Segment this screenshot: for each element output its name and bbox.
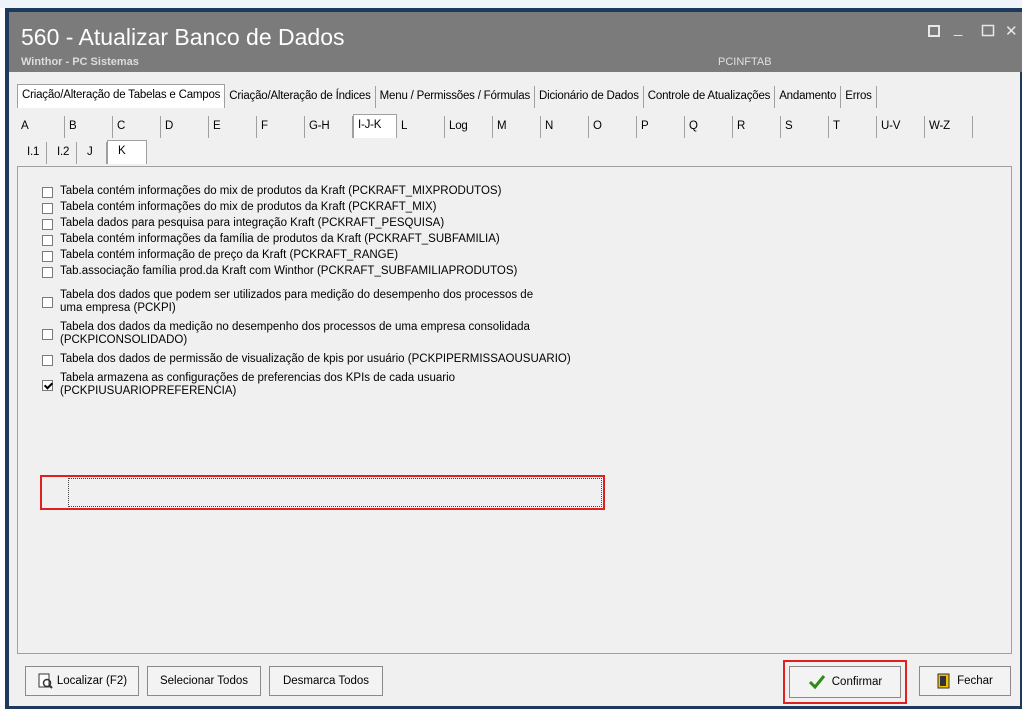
letter-tab[interactable]: P [637, 116, 685, 138]
main-tab-strip: Criação/Alteração de Tabelas e Campos Cr… [17, 84, 877, 108]
letter-tab[interactable]: I-J-K [353, 114, 397, 138]
letter-tab[interactable]: N [541, 116, 589, 138]
selecionar-todos-button[interactable]: Selecionar Todos [147, 666, 261, 696]
tab-controle-atualizacoes[interactable]: Controle de Atualizações [644, 86, 776, 108]
checkbox-item[interactable]: Tabela contém informações do mix de prod… [42, 185, 501, 198]
checkbox-panel: Tabela contém informações do mix de prod… [17, 166, 1012, 654]
checkbox-label: Tabela contém informação de preço da Kra… [60, 249, 399, 261]
checkbox-label: Tab.associação família prod.da Kraft com… [60, 265, 518, 277]
checkbox-item[interactable]: Tabela dos dados da medição no desempenh… [42, 321, 530, 347]
letter-tab[interactable]: R [733, 116, 781, 138]
checkbox-unchecked[interactable] [42, 267, 53, 278]
checkbox-label: Tabela dos dados da medição no desempenh… [60, 321, 530, 346]
sub-tab[interactable]: J [77, 142, 107, 164]
fechar-label: Fechar [957, 675, 993, 687]
tab-andamento[interactable]: Andamento [775, 86, 842, 108]
tab-criacao-tabelas[interactable]: Criação/Alteração de Tabelas e Campos [17, 84, 226, 108]
checkbox-unchecked[interactable] [42, 235, 53, 246]
checkbox-label: Tabela contém informações da família de … [60, 233, 500, 245]
checkbox-label: Tabela dos dados de permissão de visuali… [60, 353, 571, 365]
checkbox-item[interactable]: Tab.associação família prod.da Kraft com… [42, 265, 517, 278]
title-bar[interactable]: 560 - Atualizar Banco de Dados Winthor -… [9, 12, 1022, 72]
checkbox-unchecked[interactable] [42, 187, 53, 198]
letter-tab[interactable]: D [161, 116, 209, 138]
checkmark-icon [808, 674, 826, 690]
client-area: Criação/Alteração de Tabelas e Campos Cr… [9, 72, 1020, 706]
tab-erros[interactable]: Erros [841, 86, 877, 108]
search-document-icon [37, 673, 53, 689]
letter-tab-strip: A B C D E F G-H I-J-K L Log M N O P Q R S T U-V W-Z [17, 114, 973, 138]
confirmar-label: Confirmar [831, 676, 883, 688]
localizar-label: Localizar (F2) [56, 675, 128, 687]
letter-tab[interactable]: M [493, 116, 541, 138]
sub-tab[interactable]: K [107, 140, 147, 164]
desktop-strip [0, 0, 1022, 8]
letter-tab[interactable]: A [17, 116, 65, 138]
window-subtitle: Winthor - PC Sistemas [21, 56, 139, 68]
tab-menu-permissoes[interactable]: Menu / Permissões / Fórmulas [376, 86, 536, 108]
letter-tab[interactable]: S [781, 116, 829, 138]
maximize-icon[interactable] [981, 24, 995, 42]
letter-tab[interactable]: U-V [877, 116, 925, 138]
exit-door-icon [937, 673, 951, 689]
tab-criacao-indices[interactable]: Criação/Alteração de Índices [225, 86, 376, 108]
restore-icon[interactable] [927, 24, 941, 42]
checkbox-label: Tabela dados para pesquisa para integraç… [60, 217, 445, 229]
checkbox-label: Tabela contém informações do mix de prod… [60, 185, 502, 197]
letter-tab[interactable]: W-Z [925, 116, 973, 138]
letter-tab[interactable]: G-H [305, 116, 353, 138]
sub-tab[interactable]: I.1 [17, 142, 47, 164]
checkbox-unchecked[interactable] [42, 329, 53, 340]
desmarca-todos-label: Desmarca Todos [282, 675, 370, 687]
close-icon[interactable]: ✕ [1005, 22, 1018, 40]
checkbox-item[interactable]: Tabela contém informações da família de … [42, 233, 500, 246]
checkbox-label: Tabela contém informações do mix de prod… [60, 201, 437, 213]
desmarca-todos-button[interactable]: Desmarca Todos [269, 666, 383, 696]
letter-tab[interactable]: C [113, 116, 161, 138]
letter-tab[interactable]: T [829, 116, 877, 138]
localizar-button[interactable]: Localizar (F2) [25, 666, 139, 696]
database-name: PCINFTAB [718, 56, 772, 68]
letter-tab[interactable]: O [589, 116, 637, 138]
checkbox-checked[interactable] [42, 380, 53, 391]
letter-tab[interactable]: Q [685, 116, 733, 138]
checkbox-item[interactable]: Tabela contém informações do mix de prod… [42, 201, 436, 214]
checkbox-item[interactable]: Tabela dos dados que podem ser utilizado… [42, 289, 533, 315]
checkbox-unchecked[interactable] [42, 219, 53, 230]
focus-rectangle [68, 478, 602, 507]
selecionar-todos-label: Selecionar Todos [159, 675, 248, 687]
checkbox-unchecked[interactable] [42, 297, 53, 308]
confirmar-button[interactable]: Confirmar [789, 666, 901, 698]
letter-tab[interactable]: B [65, 116, 113, 138]
minimize-icon[interactable]: _ [954, 20, 962, 37]
button-bar: Localizar (F2) Selecionar Todos Desmarca… [17, 656, 1017, 704]
app-window: 560 - Atualizar Banco de Dados Winthor -… [5, 8, 1022, 709]
checkbox-item[interactable]: Tabela dados para pesquisa para integraç… [42, 217, 444, 230]
checkbox-unchecked[interactable] [42, 251, 53, 262]
checkbox-item[interactable]: Tabela armazena as configurações de pref… [42, 372, 455, 398]
sub-tab[interactable]: I.2 [47, 142, 77, 164]
checkbox-label: Tabela armazena as configurações de pref… [60, 372, 456, 397]
window-title: 560 - Atualizar Banco de Dados [21, 24, 345, 50]
letter-tab[interactable]: L [397, 116, 445, 138]
checkbox-item[interactable]: Tabela contém informação de preço da Kra… [42, 249, 398, 262]
checkbox-item[interactable]: Tabela dos dados de permissão de visuali… [42, 353, 571, 366]
tab-dicionario[interactable]: Dicionário de Dados [535, 86, 644, 108]
letter-tab[interactable]: F [257, 116, 305, 138]
fechar-button[interactable]: Fechar [919, 666, 1011, 696]
sub-tab-strip: I.1 I.2 J K [17, 140, 147, 164]
checkbox-label: Tabela dos dados que podem ser utilizado… [60, 289, 534, 314]
letter-tab[interactable]: E [209, 116, 257, 138]
checkbox-unchecked[interactable] [42, 203, 53, 214]
letter-tab[interactable]: Log [445, 116, 493, 138]
checkbox-unchecked[interactable] [42, 355, 53, 366]
